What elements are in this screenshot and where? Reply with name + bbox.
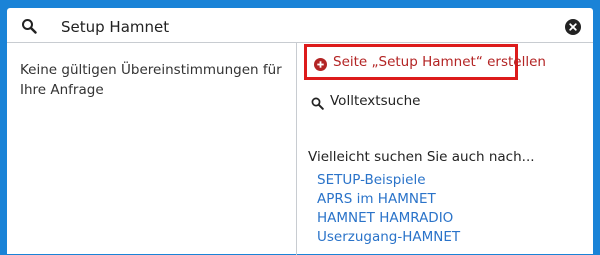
suggestions-heading: Vielleicht suchen Sie auch nach... (308, 149, 535, 165)
results-column: Keine gültigen Übereinstimmungen für Ihr… (7, 43, 297, 255)
clear-icon[interactable] (565, 19, 581, 35)
create-page-label: Seite „Setup Hamnet“ erstellen (333, 54, 546, 70)
no-results-message: Keine gültigen Übereinstimmungen für Ihr… (20, 62, 282, 98)
suggestions-list: SETUP-Beispiele APRS im HAMNET HAMNET HA… (317, 169, 460, 245)
create-page-link[interactable]: Seite „Setup Hamnet“ erstellen (304, 44, 546, 80)
suggestion-link[interactable]: APRS im HAMNET (317, 191, 436, 207)
suggestion-link[interactable]: SETUP-Beispiele (317, 172, 426, 188)
fulltext-search-link[interactable]: Volltextsuche (311, 91, 420, 111)
list-item: APRS im HAMNET (317, 188, 460, 207)
search-icon (21, 18, 37, 34)
plus-circle-icon (314, 56, 327, 71)
fulltext-search-label: Volltextsuche (330, 93, 421, 109)
suggestion-link[interactable]: HAMNET HAMRADIO (317, 210, 453, 226)
search-bar (7, 8, 593, 46)
search-input[interactable] (61, 8, 551, 46)
suggestion-link[interactable]: Userzugang-HAMNET (317, 229, 460, 245)
list-item: SETUP-Beispiele (317, 169, 460, 188)
list-item: Userzugang-HAMNET (317, 226, 460, 245)
search-results-panel: Keine gültigen Übereinstimmungen für Ihr… (7, 42, 593, 255)
list-item: HAMNET HAMRADIO (317, 207, 460, 226)
search-icon (311, 95, 324, 110)
